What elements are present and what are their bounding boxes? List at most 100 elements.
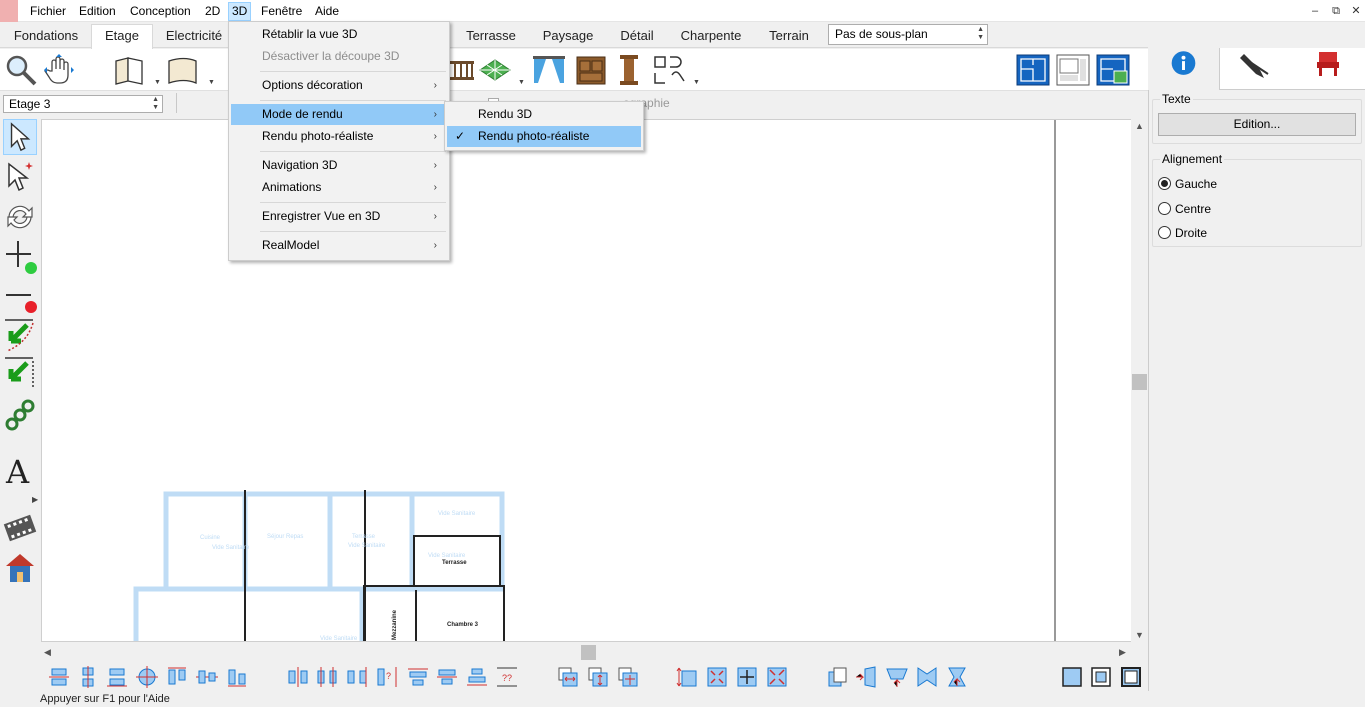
radio-droite[interactable] xyxy=(1158,226,1171,239)
radio-gauche-label[interactable]: Gauche xyxy=(1175,177,1217,191)
menu-fichier[interactable]: Fichier xyxy=(27,2,69,21)
frame-corners-icon[interactable] xyxy=(1120,666,1142,688)
menu-item-options-decoration[interactable]: Options décoration › xyxy=(231,75,447,96)
cabinet-icon[interactable] xyxy=(574,53,608,87)
chevron-down-icon[interactable]: ▼ xyxy=(693,79,700,86)
menu-fenetre[interactable]: Fenêtre xyxy=(258,2,305,21)
scroll-up-icon[interactable]: ▲ xyxy=(1135,121,1144,131)
chevron-down-icon[interactable]: ▼ xyxy=(154,79,161,86)
menu-item-retablir-vue-3d[interactable]: Rétablir la vue 3D xyxy=(231,24,447,45)
rotate-icon[interactable] xyxy=(3,199,37,235)
chevron-right-icon[interactable]: ▶ xyxy=(32,495,38,504)
expand-corners-icon[interactable] xyxy=(766,666,788,688)
vertical-scrollbar[interactable]: ▲ ▼ xyxy=(1131,119,1148,642)
menu-item-mode-de-rendu[interactable]: Mode de rendu › xyxy=(231,104,447,125)
menu-item-navigation-3d[interactable]: Navigation 3D › xyxy=(231,155,447,176)
mirror-sides-icon[interactable] xyxy=(916,666,938,688)
radio-gauche[interactable] xyxy=(1158,177,1171,190)
menu-item-rendu-photo-realiste[interactable]: Rendu photo-réaliste › xyxy=(231,126,447,147)
add-point-icon[interactable] xyxy=(3,238,37,274)
shapes-icon[interactable] xyxy=(652,53,686,87)
menu-item-enregistrer-vue-3d[interactable]: Enregistrer Vue en 3D › xyxy=(231,206,447,227)
film-icon[interactable] xyxy=(3,511,37,547)
curved-wall-icon[interactable] xyxy=(166,53,200,87)
break-wall-icon[interactable] xyxy=(3,317,37,353)
align-left-icon[interactable] xyxy=(166,666,188,688)
menu-item-realmodel[interactable]: RealModel › xyxy=(231,235,447,256)
align-center-h-icon[interactable] xyxy=(196,666,218,688)
submenu-item-rendu-photo-realiste[interactable]: ✓ Rendu photo-réaliste xyxy=(447,126,641,147)
render-view-icon[interactable] xyxy=(1096,53,1130,87)
tab-electricite[interactable]: Electricité xyxy=(157,25,231,48)
size-match-icon[interactable] xyxy=(617,666,639,688)
column-icon[interactable] xyxy=(612,53,646,87)
tab-detail[interactable]: Détail xyxy=(612,25,662,48)
align-middle-edge-icon[interactable] xyxy=(436,666,458,688)
tab-charpente[interactable]: Charpente xyxy=(674,25,748,48)
menu-2d[interactable]: 2D xyxy=(202,2,223,21)
chevron-down-icon[interactable]: ▼ xyxy=(208,79,215,86)
mirror-top-icon[interactable] xyxy=(886,666,908,688)
floor-tile-icon[interactable] xyxy=(478,53,512,87)
tab-etage[interactable]: Etage xyxy=(91,24,153,49)
minimize-button[interactable]: – xyxy=(1306,3,1324,19)
align-bottom-edge-icon[interactable] xyxy=(466,666,488,688)
shrink-icon[interactable] xyxy=(706,666,728,688)
pen-icon[interactable] xyxy=(1220,48,1292,90)
scroll-thumb[interactable] xyxy=(1132,374,1147,390)
select-arrow-icon[interactable] xyxy=(3,119,37,155)
edit-button[interactable]: Edition... xyxy=(1158,113,1356,136)
restore-button[interactable]: ⧉ xyxy=(1327,3,1345,19)
height-match-icon[interactable] xyxy=(587,666,609,688)
app-icon[interactable] xyxy=(0,0,18,22)
stretch-v-icon[interactable] xyxy=(676,666,698,688)
menu-item-animations[interactable]: Animations › xyxy=(231,177,447,198)
chevron-down-icon[interactable]: ▼ xyxy=(518,79,525,86)
layout-view-icon[interactable] xyxy=(1056,53,1090,87)
scroll-down-icon[interactable]: ▼ xyxy=(1135,630,1144,640)
frame-icon[interactable] xyxy=(1061,666,1083,688)
distribute-center-icon[interactable] xyxy=(316,666,338,688)
house-icon[interactable] xyxy=(3,550,37,586)
mirror-bottom-icon[interactable] xyxy=(946,666,968,688)
close-button[interactable]: ✕ xyxy=(1347,3,1365,19)
tab-paysage[interactable]: Paysage xyxy=(536,25,600,48)
radio-centre[interactable] xyxy=(1158,202,1171,215)
level-select[interactable]: Etage 3 ▲ ▼ xyxy=(3,95,163,113)
frame-inner-icon[interactable] xyxy=(1090,666,1112,688)
submenu-item-rendu-3d[interactable]: Rendu 3D xyxy=(447,104,641,125)
radio-centre-label[interactable]: Centre xyxy=(1175,202,1211,216)
plan-view-icon[interactable] xyxy=(1016,53,1050,87)
pan-hand-icon[interactable] xyxy=(42,53,76,87)
plan-canvas[interactable]: Cuisine Vide Sanitaire Séjour Repas Terr… xyxy=(41,119,1132,642)
menu-aide[interactable]: Aide xyxy=(312,2,342,21)
menu-conception[interactable]: Conception xyxy=(127,2,194,21)
scroll-left-icon[interactable]: ◀ xyxy=(44,647,51,658)
tab-terrasse[interactable]: Terrasse xyxy=(458,25,524,48)
align-bottom-icon[interactable] xyxy=(106,666,128,688)
scroll-thumb[interactable] xyxy=(581,645,596,660)
chair-icon[interactable] xyxy=(1292,48,1364,90)
center-icon[interactable] xyxy=(136,666,158,688)
tab-fondations[interactable]: Fondations xyxy=(3,25,89,48)
align-right-icon[interactable] xyxy=(226,666,248,688)
subplan-select[interactable]: Pas de sous-plan ▲ ▼ xyxy=(828,24,988,45)
align-middle-icon[interactable] xyxy=(77,666,99,688)
radio-droite-label[interactable]: Droite xyxy=(1175,226,1207,240)
menu-edition[interactable]: Edition xyxy=(76,2,119,21)
remove-point-icon[interactable] xyxy=(3,279,37,315)
scroll-right-icon[interactable]: ▶ xyxy=(1119,647,1126,658)
zoom-icon[interactable] xyxy=(4,53,38,87)
space-h-icon[interactable]: ? xyxy=(376,666,398,688)
align-top-edge-icon[interactable] xyxy=(407,666,429,688)
align-top-icon[interactable] xyxy=(48,666,70,688)
info-icon[interactable] xyxy=(1148,48,1220,90)
railing-icon[interactable] xyxy=(446,53,474,87)
width-match-icon[interactable] xyxy=(557,666,579,688)
mirror-left-icon[interactable] xyxy=(855,666,877,688)
chain-icon[interactable] xyxy=(3,397,37,433)
copy-shape-icon[interactable] xyxy=(827,666,849,688)
distribute-h-icon[interactable] xyxy=(287,666,309,688)
horizontal-scrollbar[interactable]: ◀ ▶ xyxy=(41,644,1132,661)
select-point-icon[interactable] xyxy=(3,158,37,194)
